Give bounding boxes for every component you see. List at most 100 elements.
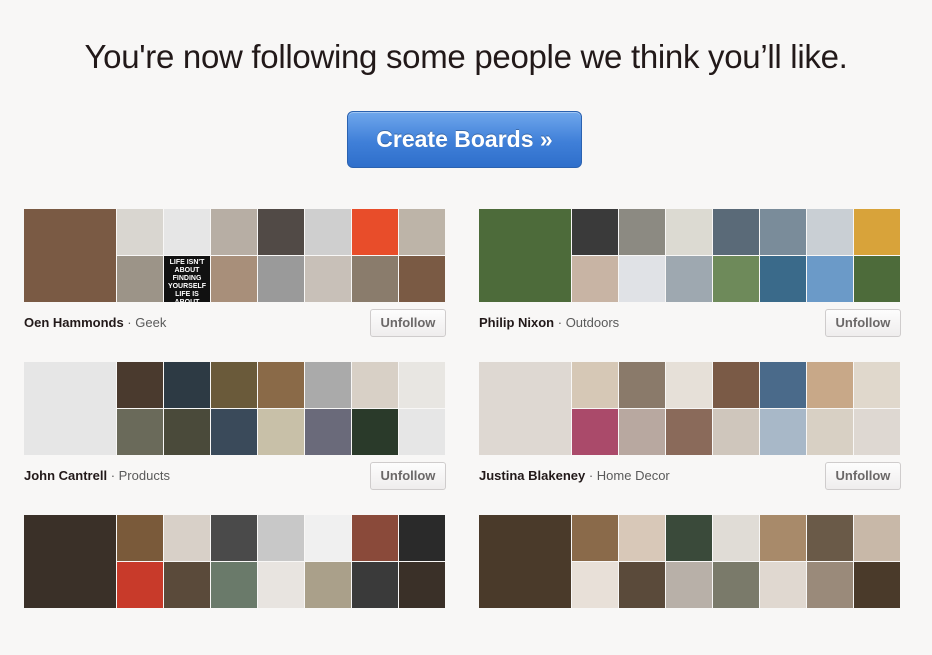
pin-thumbnail[interactable] (713, 362, 759, 408)
board-mosaic[interactable]: LIFE ISN'T ABOUT FINDING YOURSELF LIFE I… (24, 209, 445, 302)
pin-thumbnail[interactable] (572, 409, 618, 455)
pin-thumbnail[interactable] (854, 209, 900, 255)
pin-thumbnail[interactable] (399, 362, 445, 408)
pin-thumbnail[interactable] (211, 256, 257, 302)
pin-thumbnail[interactable] (854, 515, 900, 561)
unfollow-button[interactable]: Unfollow (370, 309, 446, 337)
pin-thumbnail[interactable] (619, 362, 665, 408)
pin-thumbnail[interactable] (619, 256, 665, 302)
pin-thumbnail[interactable] (572, 256, 618, 302)
pin-thumbnail[interactable] (117, 515, 163, 561)
pin-thumbnail[interactable] (399, 256, 445, 302)
pin-thumbnail[interactable] (807, 409, 853, 455)
board-mosaic[interactable] (24, 362, 445, 455)
pin-thumbnail[interactable] (399, 515, 445, 561)
pin-thumbnail[interactable] (807, 362, 853, 408)
pin-thumbnail[interactable] (211, 409, 257, 455)
pin-thumbnail[interactable] (760, 209, 806, 255)
pin-thumbnail[interactable] (760, 256, 806, 302)
avatar[interactable] (24, 209, 116, 302)
pin-thumbnail[interactable] (305, 209, 351, 255)
pin-thumbnail[interactable] (352, 362, 398, 408)
avatar[interactable] (479, 515, 571, 608)
avatar[interactable] (479, 362, 571, 455)
avatar[interactable] (24, 362, 116, 455)
pin-thumbnail[interactable] (211, 562, 257, 608)
pin-thumbnail[interactable] (666, 409, 712, 455)
pin-thumbnail[interactable] (666, 256, 712, 302)
pin-thumbnail[interactable] (352, 409, 398, 455)
pin-thumbnail[interactable] (164, 562, 210, 608)
pin-thumbnail[interactable] (211, 209, 257, 255)
pin-thumbnail[interactable] (211, 362, 257, 408)
pin-thumbnail[interactable]: LIFE ISN'T ABOUT FINDING YOURSELF LIFE I… (164, 256, 210, 302)
pin-thumbnail[interactable] (117, 362, 163, 408)
person-name[interactable]: John Cantrell (24, 468, 107, 483)
pin-thumbnail[interactable] (572, 209, 618, 255)
pin-thumbnail[interactable] (117, 562, 163, 608)
pin-thumbnail[interactable] (352, 209, 398, 255)
pin-thumbnail[interactable] (258, 209, 304, 255)
pin-thumbnail[interactable] (760, 515, 806, 561)
pin-thumbnail[interactable] (619, 562, 665, 608)
create-boards-button[interactable]: Create Boards » (347, 111, 582, 168)
pin-thumbnail[interactable] (807, 256, 853, 302)
pin-thumbnail[interactable] (572, 362, 618, 408)
pin-thumbnail[interactable] (713, 256, 759, 302)
pin-thumbnail[interactable] (713, 209, 759, 255)
pin-thumbnail[interactable] (666, 362, 712, 408)
pin-thumbnail[interactable] (352, 515, 398, 561)
pin-thumbnail[interactable] (666, 562, 712, 608)
person-name[interactable]: Justina Blakeney (479, 468, 585, 483)
pin-thumbnail[interactable] (854, 362, 900, 408)
pin-thumbnail[interactable] (572, 562, 618, 608)
pin-thumbnail[interactable] (854, 562, 900, 608)
pin-thumbnail[interactable] (117, 209, 163, 255)
pin-thumbnail[interactable] (807, 562, 853, 608)
pin-thumbnail[interactable] (760, 409, 806, 455)
pin-thumbnail[interactable] (399, 209, 445, 255)
pin-thumbnail[interactable] (619, 209, 665, 255)
pin-thumbnail[interactable] (807, 515, 853, 561)
board-mosaic[interactable] (24, 515, 445, 608)
pin-thumbnail[interactable] (713, 409, 759, 455)
unfollow-button[interactable]: Unfollow (825, 309, 901, 337)
pin-thumbnail[interactable] (305, 362, 351, 408)
pin-thumbnail[interactable] (117, 256, 163, 302)
pin-thumbnail[interactable] (619, 515, 665, 561)
pin-thumbnail[interactable] (305, 409, 351, 455)
pin-thumbnail[interactable] (258, 362, 304, 408)
pin-thumbnail[interactable] (164, 515, 210, 561)
pin-thumbnail[interactable] (760, 362, 806, 408)
pin-thumbnail[interactable] (258, 409, 304, 455)
pin-thumbnail[interactable] (305, 515, 351, 561)
pin-thumbnail[interactable] (305, 562, 351, 608)
board-mosaic[interactable] (479, 515, 900, 608)
pin-thumbnail[interactable] (352, 256, 398, 302)
pin-thumbnail[interactable] (666, 209, 712, 255)
avatar[interactable] (479, 209, 571, 302)
pin-thumbnail[interactable] (258, 562, 304, 608)
pin-thumbnail[interactable] (760, 562, 806, 608)
board-mosaic[interactable] (479, 209, 900, 302)
pin-thumbnail[interactable] (117, 409, 163, 455)
pin-thumbnail[interactable] (572, 515, 618, 561)
pin-thumbnail[interactable] (258, 256, 304, 302)
board-mosaic[interactable] (479, 362, 900, 455)
pin-thumbnail[interactable] (713, 515, 759, 561)
pin-thumbnail[interactable] (305, 256, 351, 302)
person-name[interactable]: Philip Nixon (479, 315, 554, 330)
pin-thumbnail[interactable] (164, 409, 210, 455)
pin-thumbnail[interactable] (164, 362, 210, 408)
pin-thumbnail[interactable] (854, 409, 900, 455)
pin-thumbnail[interactable] (211, 515, 257, 561)
pin-thumbnail[interactable] (352, 562, 398, 608)
pin-thumbnail[interactable] (258, 515, 304, 561)
pin-thumbnail[interactable] (399, 562, 445, 608)
avatar[interactable] (24, 515, 116, 608)
pin-thumbnail[interactable] (807, 209, 853, 255)
person-name[interactable]: Oen Hammonds (24, 315, 124, 330)
unfollow-button[interactable]: Unfollow (370, 462, 446, 490)
pin-thumbnail[interactable] (666, 515, 712, 561)
pin-thumbnail[interactable] (399, 409, 445, 455)
